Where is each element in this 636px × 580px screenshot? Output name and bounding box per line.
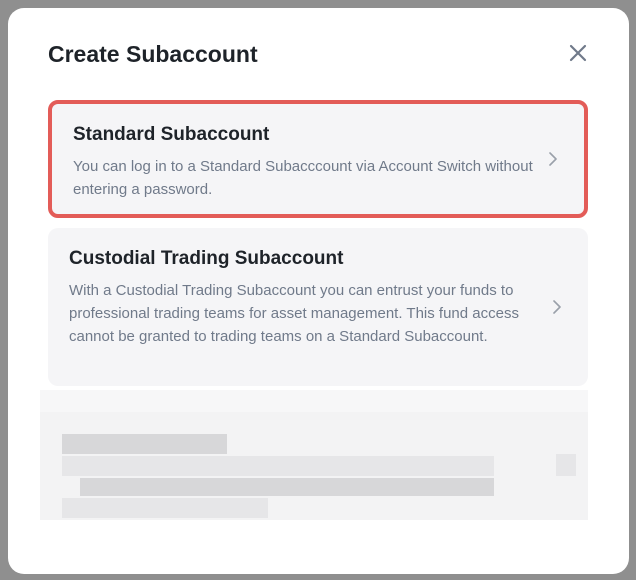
standard-subaccount-option[interactable]: Standard Subaccount You can log in to a … [48, 100, 588, 218]
custodial-trading-subaccount-option[interactable]: Custodial Trading Subaccount With a Cust… [48, 228, 588, 386]
blurred-option [40, 390, 588, 520]
chevron-right-icon [549, 152, 557, 166]
modal-title: Create Subaccount [48, 41, 258, 67]
option-title: Standard Subaccount [73, 124, 270, 145]
option-description: With a Custodial Trading Subaccount you … [69, 282, 519, 345]
close-icon [569, 44, 587, 62]
create-subaccount-modal: Create Subaccount Standard Subaccount Yo… [8, 8, 629, 574]
option-description: You can log in to a Standard Subacccount… [73, 158, 533, 198]
close-button[interactable] [567, 42, 589, 64]
chevron-right-icon [553, 300, 561, 314]
option-title: Custodial Trading Subaccount [69, 248, 344, 269]
